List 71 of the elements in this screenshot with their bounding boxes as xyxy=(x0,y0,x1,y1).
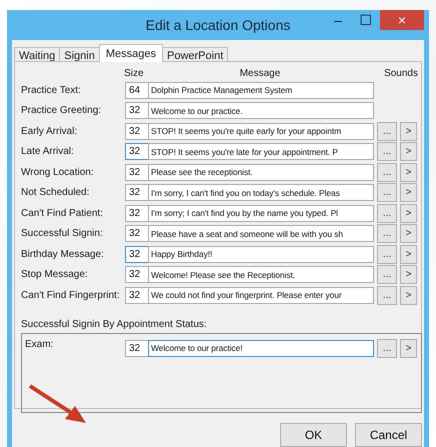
browse-button[interactable]: ... xyxy=(377,162,397,182)
column-header: Message xyxy=(238,68,282,78)
message-field[interactable]: Please see the receptionist. xyxy=(148,164,374,180)
message-label: Practice Text: xyxy=(21,84,82,96)
tab[interactable]: Waiting xyxy=(14,47,60,62)
size-field[interactable]: 32 xyxy=(125,246,149,262)
browse-button[interactable]: ... xyxy=(377,265,397,284)
message-field[interactable]: Happy Birthday!! xyxy=(148,246,374,262)
size-field[interactable]: 32 xyxy=(125,184,149,201)
size-field[interactable]: 32 xyxy=(125,102,149,119)
message-label: Can't Find Patient: xyxy=(21,208,104,218)
size-field[interactable]: 32 xyxy=(125,122,149,140)
message-field[interactable]: I'm sorry; I can't find you by the name you typed. Pl xyxy=(148,204,374,222)
browse-button[interactable]: ... xyxy=(377,204,397,222)
message-label: Late Arrival: xyxy=(21,146,75,157)
size-field[interactable]: 32 xyxy=(125,286,149,304)
dialog-button[interactable]: OK xyxy=(280,423,347,447)
column-header: Size xyxy=(124,68,145,78)
browse-button[interactable]: ... xyxy=(377,224,397,243)
arrow-icon xyxy=(27,384,87,424)
play-button[interactable]: > xyxy=(400,142,417,161)
message-field[interactable]: Please have a seat and someone will be with you sh xyxy=(148,225,374,242)
size-field[interactable]: 32 xyxy=(125,225,149,242)
minimize-button[interactable]: – xyxy=(324,10,352,30)
message-label: Can't Find Fingerprint: xyxy=(21,290,121,300)
browse-button[interactable]: ... xyxy=(377,338,397,358)
browse-button[interactable]: ... xyxy=(377,122,397,140)
message-label: Birthday Message: xyxy=(21,248,105,260)
maximize-button[interactable]: ☐ xyxy=(352,10,380,30)
browse-button[interactable]: ... xyxy=(377,142,397,161)
message-label: Successful Signin: xyxy=(21,228,104,239)
tab[interactable]: Messages xyxy=(98,44,163,62)
column-header: Sounds xyxy=(384,68,418,78)
window-title: Edit a Location Options xyxy=(146,17,290,33)
message-label: Early Arrival: xyxy=(21,126,78,136)
play-button[interactable]: > xyxy=(400,244,417,264)
size-field[interactable]: 64 xyxy=(125,82,149,98)
message-field[interactable]: Welcome to our practice! xyxy=(148,340,374,356)
status-label: Exam: xyxy=(25,339,54,350)
message-field[interactable]: I'm sorry, I can't find you on today's schedule. Pleas xyxy=(148,184,374,201)
message-label: Stop Message: xyxy=(21,269,89,280)
size-field[interactable]: 32 xyxy=(125,340,149,356)
message-label: Practice Greeting: xyxy=(21,105,102,116)
dialog-button[interactable]: Cancel xyxy=(355,423,422,447)
play-button[interactable]: > xyxy=(400,204,417,222)
play-button[interactable]: > xyxy=(400,265,417,284)
message-field[interactable]: We could not find your fingerprint. Please enter your xyxy=(148,286,374,304)
play-button[interactable]: > xyxy=(400,122,417,140)
size-field[interactable]: 32 xyxy=(125,143,149,160)
close-button[interactable]: × xyxy=(380,10,424,30)
message-label: Wrong Location: xyxy=(21,166,95,178)
message-field[interactable]: Welcome! Please see the Receptionist. xyxy=(148,266,374,283)
tab[interactable]: Signin xyxy=(59,47,100,62)
message-field[interactable]: STOP! It seems you're quite early for your appointm xyxy=(148,122,374,140)
browse-button[interactable]: ... xyxy=(377,244,397,264)
browse-button[interactable]: ... xyxy=(377,286,397,304)
play-button[interactable]: > xyxy=(400,286,417,304)
group-title: Successful Signin By Appointment Status: xyxy=(21,319,208,332)
message-field[interactable]: Dolphin Practice Management System xyxy=(148,82,374,98)
browse-button[interactable]: ... xyxy=(377,183,397,202)
play-button[interactable]: > xyxy=(400,224,417,243)
play-button[interactable]: > xyxy=(400,183,417,202)
tab[interactable]: PowerPoint xyxy=(162,47,228,62)
size-field[interactable]: 32 xyxy=(125,204,149,222)
play-button[interactable]: > xyxy=(400,338,417,358)
play-button[interactable]: > xyxy=(400,162,417,182)
size-field[interactable]: 32 xyxy=(125,266,149,283)
message-field[interactable]: Welcome to our practice. xyxy=(148,102,374,119)
message-field[interactable]: STOP! It seems you're late for your appointment. P xyxy=(148,143,374,160)
size-field[interactable]: 32 xyxy=(125,164,149,180)
message-label: Not Scheduled: xyxy=(21,187,90,198)
